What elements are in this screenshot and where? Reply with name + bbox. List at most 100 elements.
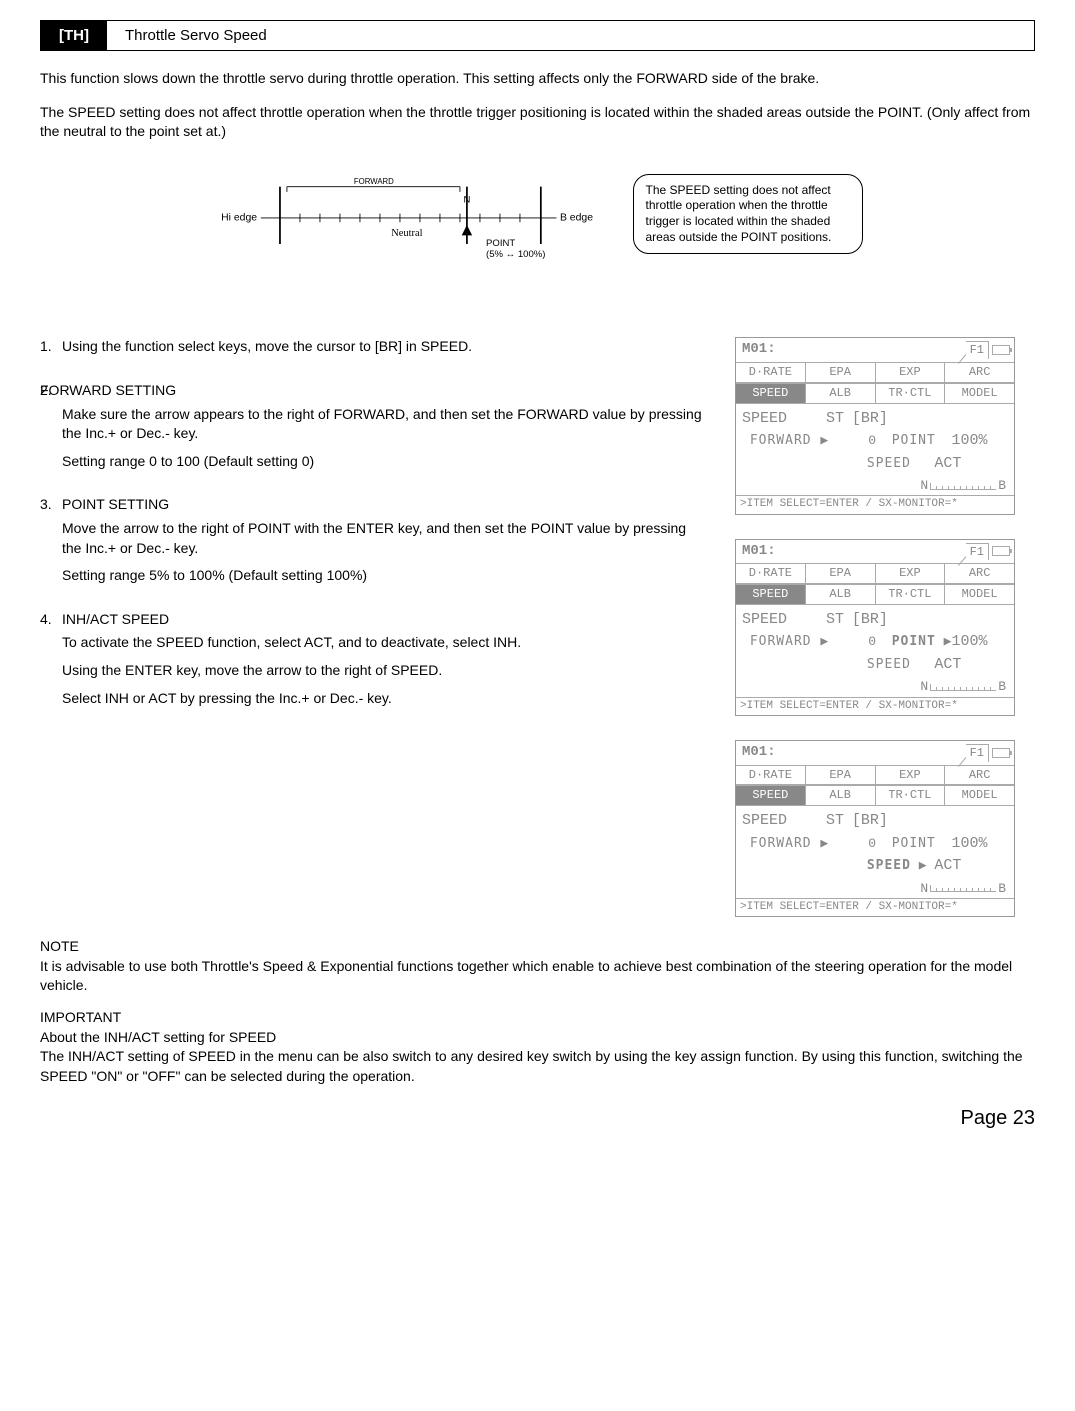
- lcd-tab-alb: ALB: [806, 786, 876, 805]
- diagram-forward-label: FORWARD: [353, 177, 393, 186]
- lcd-tab-model: MODEL: [945, 585, 1014, 604]
- diagram-row: FORWARD N Neutral POINT (5% ↔ 100%) Hi e…: [40, 166, 1035, 302]
- step-text: Make sure the arrow appears to the right…: [62, 405, 707, 444]
- nb-ticks-icon: [930, 483, 996, 490]
- lcd-tab-model: MODEL: [945, 786, 1014, 805]
- lcd-st-label: ST: [826, 410, 844, 427]
- lcd-tab-drate: D·RATE: [736, 363, 806, 382]
- intro-p2: The SPEED setting does not affect thrott…: [40, 103, 1035, 142]
- lcd-speed-value: ACT: [934, 656, 961, 673]
- step-extra: Select INH or ACT by pressing the Inc.+ …: [62, 689, 707, 709]
- lcd-footer: >ITEM SELECT=ENTER / SX-MONITOR=*: [736, 495, 1014, 513]
- section-tag: [TH]: [41, 21, 107, 50]
- step-number: 4.: [40, 610, 62, 716]
- lcd-tab-model: MODEL: [945, 384, 1014, 403]
- nb-ticks-icon: [930, 885, 996, 892]
- battery-icon: [992, 345, 1010, 355]
- lcd-tab-trctl: TR·CTL: [876, 585, 946, 604]
- lcd-tab-drate: D·RATE: [736, 766, 806, 785]
- lcd-point-label: POINT: [892, 634, 936, 649]
- lcd-tab-epa: EPA: [806, 766, 876, 785]
- lcd-tab-exp: EXP: [876, 766, 946, 785]
- lcd-tab-speed: SPEED: [736, 384, 806, 403]
- intro-p1: This function slows down the throttle se…: [40, 69, 1035, 89]
- lcd-tab-trctl: TR·CTL: [876, 786, 946, 805]
- lcd-footer: >ITEM SELECT=ENTER / SX-MONITOR=*: [736, 898, 1014, 916]
- lcd-model-label: M01:: [740, 340, 966, 360]
- section-header: [TH] Throttle Servo Speed: [40, 20, 1035, 51]
- lcd-tab-speed: SPEED: [736, 786, 806, 805]
- step-range: Setting range 5% to 100% (Default settin…: [62, 566, 707, 586]
- lcd-speed-value: ACT: [934, 455, 961, 472]
- step-title: FORWARD SETTING: [40, 381, 707, 401]
- step-text: Using the function select keys, move the…: [62, 337, 707, 357]
- note-title: NOTE: [40, 937, 1035, 957]
- lcd-column: M01: F1 D·RATE EPA EXP ARC SPEED ALB TR·…: [735, 337, 1035, 917]
- lcd-point-value: 100%: [951, 633, 987, 650]
- diagram-point-label: POINT: [486, 238, 515, 249]
- lcd-screen-1: M01: F1 D·RATE EPA EXP ARC SPEED ALB TR·…: [735, 337, 1015, 514]
- step-title: INH/ACT SPEED: [62, 610, 707, 630]
- lcd-point-value: 100%: [951, 835, 987, 852]
- step-text: Move the arrow to the right of POINT wit…: [62, 519, 707, 558]
- important-title: IMPORTANT: [40, 1008, 1035, 1028]
- diagram-b-edge: B edge: [559, 212, 592, 223]
- lcd-br-label: [BR]: [852, 812, 888, 829]
- diagram-point-range: (5% ↔ 100%): [486, 249, 545, 260]
- important-subtitle: About the INH/ACT setting for SPEED: [40, 1028, 1035, 1048]
- lcd-n-mark: N: [920, 477, 928, 495]
- throttle-diagram-svg: FORWARD N Neutral POINT (5% ↔ 100%) Hi e…: [213, 166, 613, 296]
- battery-icon: [992, 748, 1010, 758]
- lcd-forward-value: 0: [868, 836, 876, 851]
- lcd-n-mark: N: [920, 880, 928, 898]
- lcd-tab-exp: EXP: [876, 363, 946, 382]
- lcd-tab-arc: ARC: [945, 564, 1014, 583]
- point-triangle-icon: [461, 225, 471, 235]
- steps-column: 1. Using the function select keys, move …: [40, 337, 707, 917]
- lcd-screen-3: M01: F1 D·RATE EPA EXP ARC SPEED ALB TR·…: [735, 740, 1015, 917]
- lcd-screen-2: M01: F1 D·RATE EPA EXP ARC SPEED ALB TR·…: [735, 539, 1015, 716]
- step-title: POINT SETTING: [62, 495, 707, 515]
- nb-ticks-icon: [930, 684, 996, 691]
- lcd-footer: >ITEM SELECT=ENTER / SX-MONITOR=*: [736, 697, 1014, 715]
- step-number: 3.: [40, 495, 62, 593]
- lcd-speed-row-label: SPEED: [867, 858, 911, 873]
- lcd-tab-arc: ARC: [945, 363, 1014, 382]
- speed-note-text: The SPEED setting does not affect thrott…: [646, 183, 832, 244]
- important-body: The INH/ACT setting of SPEED in the menu…: [40, 1047, 1035, 1086]
- lcd-tab-speed: SPEED: [736, 585, 806, 604]
- note-body: It is advisable to use both Throttle's S…: [40, 957, 1035, 996]
- speed-note-box: The SPEED setting does not affect thrott…: [633, 174, 863, 254]
- lcd-tab-epa: EPA: [806, 564, 876, 583]
- lcd-speed-label: SPEED: [742, 611, 787, 628]
- lcd-speed-value: ACT: [934, 857, 961, 874]
- section-title: Throttle Servo Speed: [107, 21, 285, 50]
- lcd-b-mark: B: [998, 477, 1006, 495]
- lcd-model-label: M01:: [740, 743, 966, 763]
- step-text: To activate the SPEED function, select A…: [62, 633, 707, 653]
- step-range: Setting range 0 to 100 (Default setting …: [62, 452, 707, 472]
- lcd-point-label: POINT: [892, 433, 936, 448]
- lcd-n-mark: N: [920, 678, 928, 696]
- step-extra: Using the ENTER key, move the arrow to t…: [62, 661, 707, 681]
- lcd-point-value: 100%: [951, 432, 987, 449]
- diagram-neutral-label: Neutral: [391, 228, 422, 239]
- lcd-f1-label: F1: [966, 543, 989, 561]
- lcd-b-mark: B: [998, 678, 1006, 696]
- lcd-forward-label: FORWARD ▶: [750, 634, 829, 649]
- lcd-st-label: ST: [826, 611, 844, 628]
- diagram-hi-edge: Hi edge: [221, 212, 257, 223]
- lcd-tab-trctl: TR·CTL: [876, 384, 946, 403]
- lcd-model-label: M01:: [740, 542, 966, 562]
- page-number: Page 23: [40, 1104, 1035, 1132]
- lcd-tab-drate: D·RATE: [736, 564, 806, 583]
- lcd-tab-alb: ALB: [806, 585, 876, 604]
- lcd-br-label: [BR]: [852, 410, 888, 427]
- lcd-b-mark: B: [998, 880, 1006, 898]
- lcd-speed-label: SPEED: [742, 410, 787, 427]
- lcd-tab-exp: EXP: [876, 564, 946, 583]
- diagram-n-label: N: [463, 194, 470, 205]
- lcd-br-label: [BR]: [852, 611, 888, 628]
- lcd-st-label: ST: [826, 812, 844, 829]
- cursor-right-icon: ▶: [919, 856, 927, 876]
